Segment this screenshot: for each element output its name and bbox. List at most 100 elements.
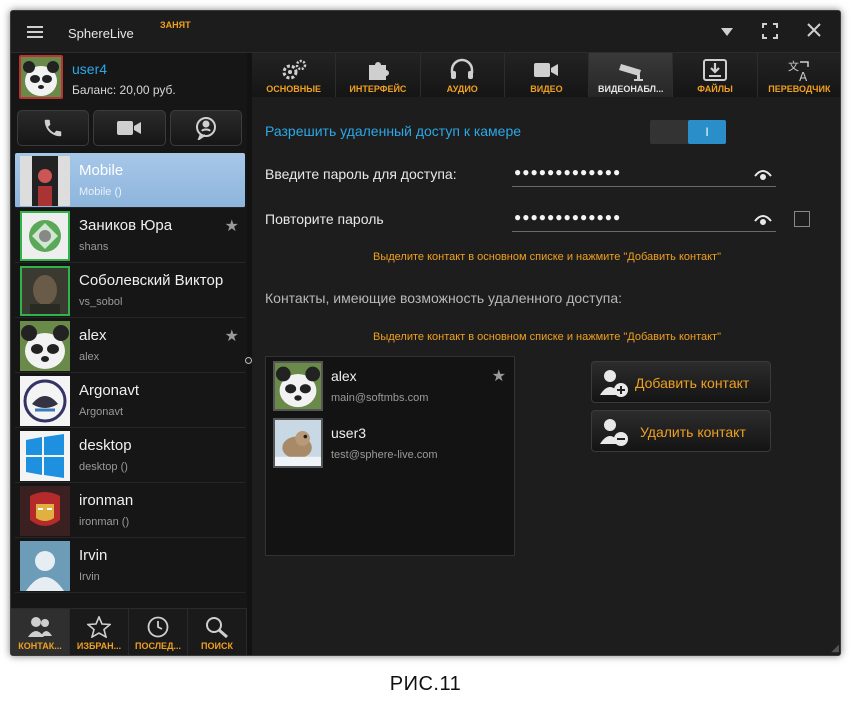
contact-name: desktop [79,437,132,454]
contact-login: ironman () [79,516,130,528]
tab-label: ВИДЕО [530,84,563,94]
call-actions [17,110,242,146]
contact-login: Argonavt [79,406,124,418]
contact-name: Argonavt [79,382,140,399]
eye-icon[interactable] [754,212,772,226]
contact-name: alex [79,327,107,344]
my-profile[interactable]: user4 Баланс: 20,00 руб. [11,53,247,105]
video-camera-icon [534,63,559,77]
remote-access-toggle[interactable]: I [650,120,726,144]
svg-text:文: 文 [788,59,799,73]
contacts-icon [28,616,52,637]
contact-login: vs_sobol [79,296,123,308]
list-item[interactable]: desktop desktop () [15,428,245,483]
contact-login: Mobile () [79,186,122,198]
tab-label: ФАЙЛЫ [697,84,733,94]
access-contact-list[interactable]: alex main@softmbs.com ★ user3 test@spher… [265,356,515,556]
translate-icon: 文A [788,59,810,82]
star-icon [87,615,111,638]
contact-login: Irvin [79,571,100,583]
contact-name: Mobile [79,162,124,179]
remove-contact-button[interactable]: Удалить контакт [591,410,771,452]
eye-icon[interactable] [754,167,772,181]
download-icon [703,59,728,81]
fullscreen-icon[interactable] [761,23,779,41]
tab-label: КОНТАК... [18,640,62,651]
list-item[interactable]: Argonavt Argonavt [15,373,245,428]
splitter-handle[interactable] [245,357,252,364]
contact-name: ironman [79,492,134,509]
contact-name: Соболевский Виктор [79,272,224,289]
star-icon[interactable]: ★ [225,326,239,346]
list-item[interactable]: ironman ironman () [15,483,245,538]
list-item[interactable]: alex alex ★ [15,318,245,373]
repeat-password-field[interactable]: ●●●●●●●●●●●●● [512,206,776,232]
headset-icon [450,58,474,79]
close-icon[interactable] [805,23,823,41]
tab-audio[interactable]: АУДИО [420,53,505,97]
avatar [20,486,70,536]
clock-icon [147,616,169,637]
menu-icon[interactable] [27,26,43,39]
app-title: SphereLive [68,26,134,41]
contact-email: main@softmbs.com [331,392,429,404]
tab-search[interactable]: ПОИСК [188,609,247,655]
resize-grip-icon[interactable]: ◢ [831,643,839,654]
list-item[interactable]: alex main@softmbs.com ★ [270,359,510,414]
call-button[interactable] [17,110,90,146]
list-item[interactable]: Irvin Irvin [15,538,245,593]
add-contact-button[interactable]: Добавить контакт [591,361,771,403]
tab-label: ОСНОВНЫЕ [266,84,322,94]
tab-files[interactable]: ФАЙЛЫ [673,53,758,97]
remove-contact-label: Удалить контакт [640,424,746,440]
tab-contacts[interactable]: КОНТАК... [11,609,70,655]
balance-text: Баланс: 20,00 руб. [72,83,176,97]
chevron-down-icon[interactable] [718,23,736,41]
avatar [19,55,63,99]
video-call-button[interactable] [93,110,166,146]
left-tab-bar: КОНТАК... ИЗБРАН... ПОСЛЕД... ПОИСК [11,608,247,655]
gears-icon [282,59,306,80]
tab-general[interactable]: ОСНОВНЫЕ [252,53,337,97]
contact-list[interactable]: Mobile Mobile () Заников Юра shans ★ Соб… [15,153,245,607]
hint-text: Выделите контакт в основном списке и наж… [373,251,721,263]
tab-favorites[interactable]: ИЗБРАН... [70,609,129,655]
tab-video[interactable]: ВИДЕО [504,53,590,97]
list-item[interactable]: Mobile Mobile () [15,153,245,208]
tab-label: ПЕРЕВОДЧИК [768,84,831,94]
password-value: ●●●●●●●●●●●●● [514,165,622,179]
avatar [20,156,70,206]
svg-text:A: A [799,70,808,82]
add-contact-label: Добавить контакт [635,375,750,391]
repeat-password-value: ●●●●●●●●●●●●● [514,210,622,224]
tab-video-surveillance[interactable]: ВИДЕОНАБЛ... [589,53,674,97]
figure-caption: РИС.11 [389,673,462,695]
avatar [20,266,70,316]
access-section-label: Контакты, имеющие возможность удаленного… [265,290,623,306]
avatar [273,361,323,411]
cctv-icon [618,64,643,81]
tab-label: АУДИО [446,84,478,94]
list-item[interactable]: Заников Юра shans ★ [15,208,245,263]
phone-icon [44,119,62,137]
list-item[interactable]: user3 test@sphere-live.com [270,416,510,471]
list-item[interactable]: Соболевский Виктор vs_sobol [15,263,245,318]
contact-login: desktop () [79,461,128,473]
toggle-knob: I [688,120,726,144]
show-password-checkbox[interactable] [794,211,810,227]
settings-tabs: ОСНОВНЫЕ ИНТЕРФЕЙС АУДИО ВИДЕО ВИДЕОНАБЛ… [252,53,840,97]
remove-user-icon [600,419,628,446]
my-username: user4 [72,61,108,77]
hint-text: Выделите контакт в основном списке и наж… [373,331,721,343]
avatar [20,376,70,426]
status-badge[interactable]: ЗАНЯТ [160,20,191,30]
allow-remote-access-label: Разрешить удаленный доступ к камере [265,123,522,139]
star-icon[interactable]: ★ [225,216,239,236]
star-icon[interactable]: ★ [492,366,506,386]
chat-button[interactable] [169,110,242,146]
avatar [20,211,70,261]
tab-recent[interactable]: ПОСЛЕД... [129,609,188,655]
password-field[interactable]: ●●●●●●●●●●●●● [512,161,776,187]
tab-translator[interactable]: 文A ПЕРЕВОДЧИК [757,53,840,97]
tab-interface[interactable]: ИНТЕРФЕЙС [336,53,421,97]
